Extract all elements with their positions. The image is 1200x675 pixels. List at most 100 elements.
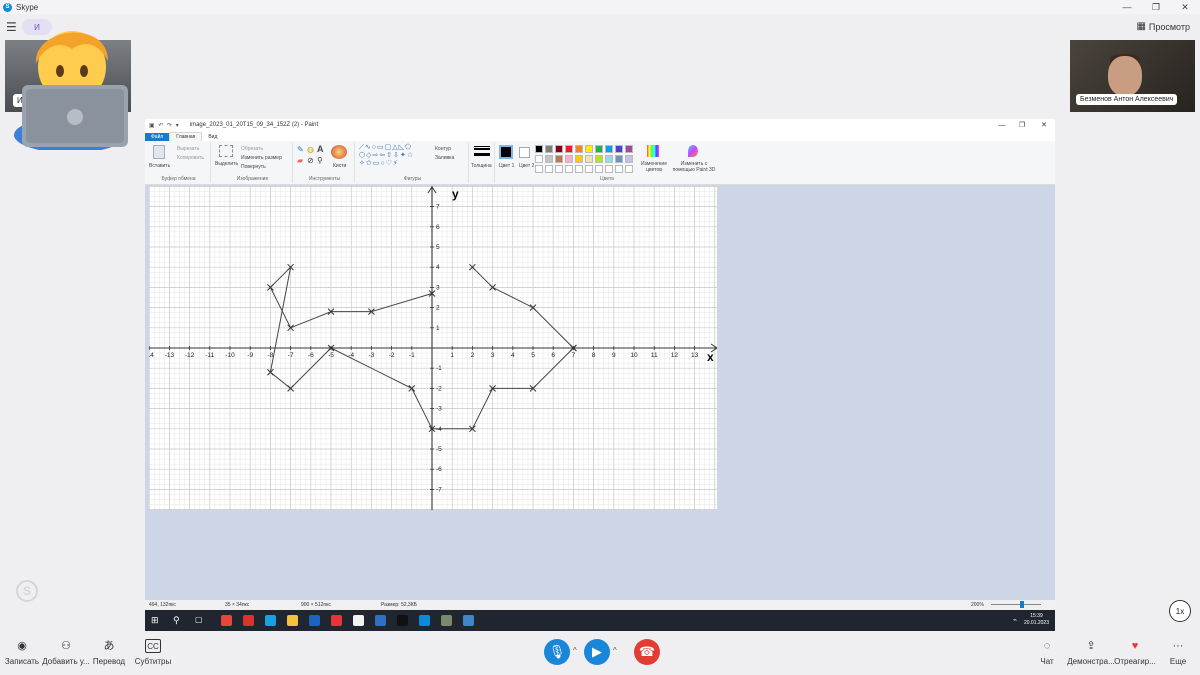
file-size: Размер: 52,3КБ [381, 602, 417, 608]
playback-speed-button[interactable]: 1x [1169, 600, 1191, 622]
system-clock[interactable]: 15:39 20.01.2023 [1024, 613, 1049, 627]
tab-home[interactable]: Главная [169, 132, 203, 141]
shapes-gallery[interactable]: ⟋∿○▭▢△◺⬠ ⬡◇⇨⇦⇧⇩✦☆ ✧✩▭○♡⚡ [359, 144, 431, 168]
view-button[interactable]: ▦ Просмотр [1136, 21, 1190, 32]
palette-swatch-empty[interactable] [595, 165, 603, 173]
palette-swatch[interactable] [555, 145, 563, 153]
palette-swatch-empty[interactable] [555, 165, 563, 173]
camera-options-chevron-icon[interactable]: ^ [613, 646, 617, 655]
zoom-slider[interactable] [991, 604, 1041, 605]
palette-swatch[interactable] [615, 145, 623, 153]
folder-icon[interactable] [287, 615, 298, 626]
palette-swatch[interactable] [565, 155, 573, 163]
fill-button[interactable]: Заливка [435, 155, 454, 161]
taskbar-app-icon[interactable] [221, 615, 232, 626]
taskbar-app-icon[interactable] [463, 615, 474, 626]
brushes-button[interactable]: Кисти [333, 163, 346, 169]
palette-swatch[interactable] [535, 155, 543, 163]
palette-swatch-empty[interactable] [565, 165, 573, 173]
windows-start-icon[interactable]: ⊞ [151, 615, 162, 626]
edge-icon[interactable] [265, 615, 276, 626]
subtitles-button[interactable]: CC Субтитры [128, 639, 178, 666]
palette-swatch[interactable] [605, 155, 613, 163]
translate-button[interactable]: あ Перевод [84, 639, 134, 666]
palette-swatch[interactable] [565, 145, 573, 153]
camera-button[interactable]: ▶ [584, 639, 610, 665]
palette-swatch[interactable] [595, 145, 603, 153]
color2-swatch[interactable] [519, 147, 530, 158]
maximize-window-button[interactable]: ❐ [1141, 0, 1171, 14]
eraser-icon[interactable]: ▰ [297, 156, 303, 165]
x-tick-label: -10 [225, 352, 235, 359]
minimize-window-button[interactable]: — [1112, 0, 1142, 14]
palette-swatch-empty[interactable] [585, 165, 593, 173]
palette-swatch-empty[interactable] [615, 165, 623, 173]
palette-swatch[interactable] [605, 145, 613, 153]
palette-swatch[interactable] [575, 155, 583, 163]
more-button[interactable]: ··· Еще [1153, 639, 1200, 666]
end-call-button[interactable]: ☎ [634, 639, 660, 665]
taskbar-app-icon[interactable] [397, 615, 408, 626]
quick-access-icons[interactable]: ▣ ↶ ↷ ▾ [149, 122, 180, 129]
search-icon[interactable]: ⚲ [173, 615, 184, 626]
copy-button[interactable]: Копировать [177, 155, 204, 161]
palette-swatch[interactable] [615, 155, 623, 163]
crop-button[interactable]: Обрезать [241, 146, 263, 152]
magnifier-icon[interactable]: ⚲ [317, 156, 323, 165]
palette-swatch[interactable] [585, 145, 593, 153]
palette-swatch[interactable] [545, 145, 553, 153]
size-button[interactable]: Толщина [471, 163, 492, 169]
subtitles-label: Субтитры [134, 657, 172, 666]
paste-button[interactable]: Вставить [149, 163, 170, 169]
palette-swatch-empty[interactable] [575, 165, 583, 173]
outline-button[interactable]: Контур [435, 146, 451, 152]
fill-icon[interactable]: ◍ [307, 145, 314, 154]
select-button[interactable]: Выделить [215, 161, 238, 167]
pencil-icon[interactable]: ✎ [297, 145, 304, 154]
palette-swatch[interactable] [555, 155, 563, 163]
palette-swatch-empty[interactable] [545, 165, 553, 173]
paint-maximize-button[interactable]: ❐ [1011, 119, 1033, 131]
task-view-icon[interactable]: ▢ [195, 615, 206, 626]
paint3d-button[interactable]: Изменить с помощью Paint 3D [671, 161, 717, 173]
avatar [1108, 56, 1142, 96]
palette-swatch[interactable] [595, 155, 603, 163]
shared-screen[interactable]: ▣ ↶ ↷ ▾ image_2023_01_20T15_09_34_152Z (… [145, 119, 1055, 631]
palette-swatch-empty[interactable] [535, 165, 543, 173]
palette-swatch-empty[interactable] [605, 165, 613, 173]
palette-swatch[interactable] [585, 155, 593, 163]
palette-swatch[interactable] [535, 145, 543, 153]
participant-name-tag: Безменов Антон Алексеевич [1076, 94, 1178, 105]
edit-colors-button[interactable]: Изменение цветов [640, 161, 668, 173]
tab-file[interactable]: Файл [145, 133, 170, 141]
close-window-button[interactable]: ✕ [1170, 0, 1200, 14]
palette-swatch[interactable] [545, 155, 553, 163]
resize-button[interactable]: Изменить размер [241, 155, 282, 161]
mic-options-chevron-icon[interactable]: ^ [573, 646, 577, 655]
color1-swatch[interactable] [499, 145, 513, 159]
skype-taskbar-icon[interactable] [419, 615, 430, 626]
drawing-canvas[interactable]: xy-14-13-12-11-10-9-8-7-6-5-4-3-2-112345… [149, 186, 717, 510]
microphone-button[interactable]: 🎙 [544, 639, 570, 665]
zoom-slider-thumb[interactable] [1020, 601, 1024, 608]
rotate-button[interactable]: Повернуть [241, 164, 266, 170]
yandex-icon[interactable] [331, 615, 342, 626]
paint-close-button[interactable]: ✕ [1033, 119, 1055, 131]
taskbar-app-icon[interactable] [309, 615, 320, 626]
palette-swatch[interactable] [625, 155, 633, 163]
palette-swatch[interactable] [575, 145, 583, 153]
cut-button[interactable]: Вырезать [177, 146, 199, 152]
participant-video-right[interactable]: Безменов Антон Алексеевич [1070, 40, 1195, 112]
more-label: Еще [1169, 657, 1187, 666]
paint-minimize-button[interactable]: — [991, 119, 1013, 131]
document-icon[interactable] [353, 615, 364, 626]
taskbar-app-icon[interactable] [375, 615, 386, 626]
palette-swatch-empty[interactable] [625, 165, 633, 173]
text-tool-icon[interactable]: A [317, 144, 324, 154]
taskbar-app-icon[interactable] [243, 615, 254, 626]
color-picker-icon[interactable]: ⊘ [307, 156, 314, 165]
network-icon[interactable]: ⌁ [1013, 616, 1017, 624]
paint-taskbar-icon[interactable] [441, 615, 452, 626]
tab-view[interactable]: Вид [202, 133, 223, 141]
palette-swatch[interactable] [625, 145, 633, 153]
